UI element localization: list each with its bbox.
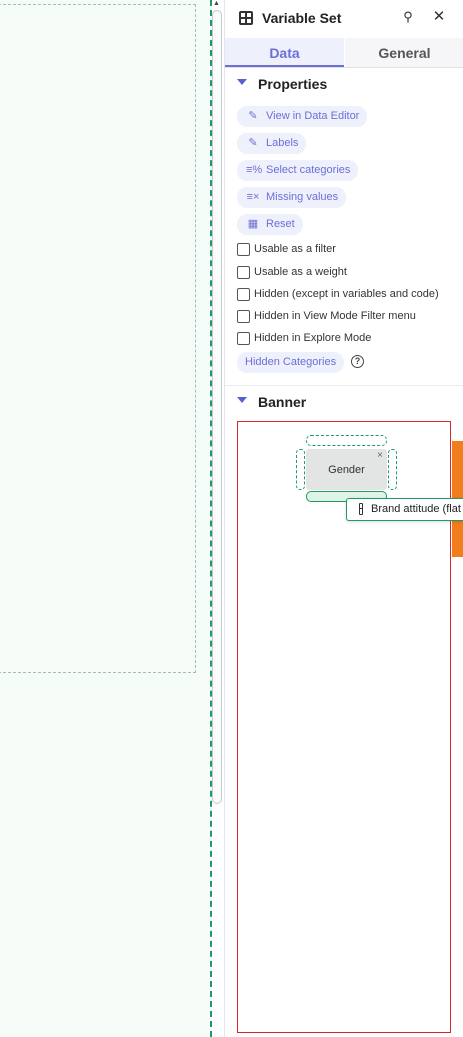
banner-heading: Banner <box>258 394 307 410</box>
panel-tabs: Data General <box>225 38 463 68</box>
help-icon[interactable]: ? <box>351 355 364 368</box>
view-in-data-editor-button[interactable]: ✎ View in Data Editor <box>237 106 368 127</box>
object-inspector-panel: Variable Set ⚲ ✕ Data General Properties… <box>224 0 463 1037</box>
hidden-except-label: Hidden (except in variables and code) <box>254 288 439 300</box>
drop-zone-top[interactable] <box>306 435 387 446</box>
properties-heading: Properties <box>258 76 328 92</box>
tab-general[interactable]: General <box>345 38 463 67</box>
drop-zone-left[interactable] <box>296 449 305 490</box>
gender-variable-chip[interactable]: Gender × <box>306 449 387 490</box>
drop-zone-right[interactable] <box>388 449 397 490</box>
gender-chip-label: Gender <box>328 464 365 476</box>
hidden-view-mode-label: Hidden in View Mode Filter menu <box>254 310 416 322</box>
missing-values-icon: ≡× <box>246 191 260 203</box>
close-icon[interactable]: ✕ <box>431 8 447 26</box>
collapse-triangle-icon <box>237 79 247 85</box>
hidden-explore-mode-checkbox[interactable] <box>237 332 250 345</box>
usable-as-filter-label: Usable as a filter <box>254 243 336 255</box>
reset-button[interactable]: ▦ Reset <box>237 214 303 235</box>
dragging-variable-chip[interactable]: Brand attitude (flat <box>346 498 463 521</box>
tab-data[interactable]: Data <box>225 38 344 67</box>
collapse-triangle-icon <box>237 397 247 403</box>
section-divider <box>225 385 463 386</box>
hidden-view-mode-checkbox[interactable] <box>237 310 250 323</box>
select-categories-icon: ≡% <box>246 164 263 176</box>
select-categories-label: Select categories <box>266 164 351 176</box>
pin-icon[interactable]: ⚲ <box>401 9 415 25</box>
hidden-explore-mode-label: Hidden in Explore Mode <box>254 332 372 344</box>
dragging-variable-label: Brand attitude (flat <box>371 503 461 515</box>
hidden-categories-button[interactable]: Hidden Categories <box>237 352 345 373</box>
select-categories-button[interactable]: ≡% Select categories <box>237 160 359 181</box>
scroll-up-arrow-icon[interactable]: ▲ <box>212 0 221 8</box>
reset-label: Reset <box>266 218 295 230</box>
reset-icon: ▦ <box>247 218 259 230</box>
missing-values-button[interactable]: ≡× Missing values <box>237 187 347 208</box>
panel-header: Variable Set ⚲ ✕ <box>225 0 463 37</box>
labels-label: Labels <box>266 137 299 149</box>
variable-set-icon <box>239 11 253 25</box>
pencil-icon: ✎ <box>248 110 258 122</box>
hidden-except-checkbox[interactable] <box>237 288 250 301</box>
view-in-data-editor-label: View in Data Editor <box>266 110 360 122</box>
canvas-selection-box <box>0 4 196 673</box>
chip-close-icon[interactable]: × <box>376 451 384 461</box>
missing-values-label: Missing values <box>266 191 339 203</box>
usable-as-filter-checkbox[interactable] <box>237 243 250 256</box>
pencil-icon: ✎ <box>248 137 258 149</box>
usable-as-weight-label: Usable as a weight <box>254 266 347 278</box>
vertical-scrollbar[interactable] <box>212 10 222 804</box>
usable-as-weight-checkbox[interactable] <box>237 266 250 279</box>
labels-button[interactable]: ✎ Labels <box>237 133 307 154</box>
panel-title: Variable Set <box>262 10 342 26</box>
variable-type-icon <box>359 503 363 515</box>
canvas-area[interactable] <box>0 0 210 1037</box>
